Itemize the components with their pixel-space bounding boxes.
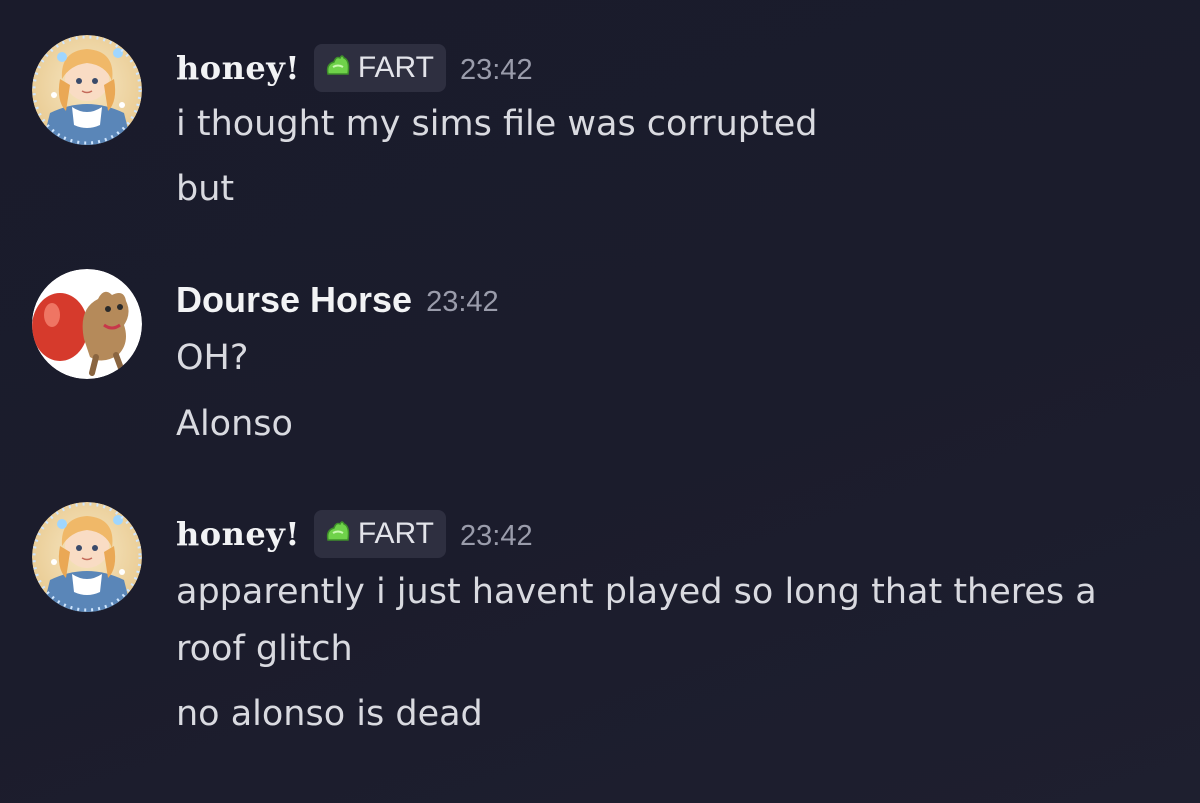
timestamp[interactable]: 23:42: [426, 282, 499, 319]
timestamp[interactable]: 23:42: [460, 50, 533, 87]
message-text: no alonso is dead: [176, 694, 483, 734]
green-slime-icon: [324, 52, 352, 84]
server-tag-badge[interactable]: FART: [313, 44, 447, 92]
message-header: honey! FART 23:42: [176, 43, 533, 93]
message-header: honey! FART 23:42: [176, 509, 533, 559]
avatar-honey[interactable]: [32, 502, 142, 612]
timestamp[interactable]: 23:42: [460, 516, 533, 553]
server-tag-badge[interactable]: FART: [313, 510, 447, 558]
username[interactable]: honey!: [176, 515, 300, 553]
message-text: apparently i just havent played so long …: [176, 572, 1097, 612]
server-tag-label: FART: [357, 51, 435, 84]
username[interactable]: Dourse Horse: [176, 279, 412, 321]
avatar-honey[interactable]: [32, 35, 142, 145]
server-tag-label: FART: [357, 517, 435, 550]
green-slime-icon: [324, 518, 352, 550]
message-header: Dourse Horse 23:42: [176, 275, 499, 325]
message-text: Alonso: [176, 404, 293, 444]
message-text: i thought my sims file was corrupted: [176, 104, 818, 144]
message-text: OH?: [176, 338, 249, 378]
avatar-dourse-horse[interactable]: [32, 269, 142, 379]
username[interactable]: honey!: [176, 49, 300, 87]
message-text: roof glitch: [176, 629, 353, 669]
message-text: but: [176, 169, 235, 209]
